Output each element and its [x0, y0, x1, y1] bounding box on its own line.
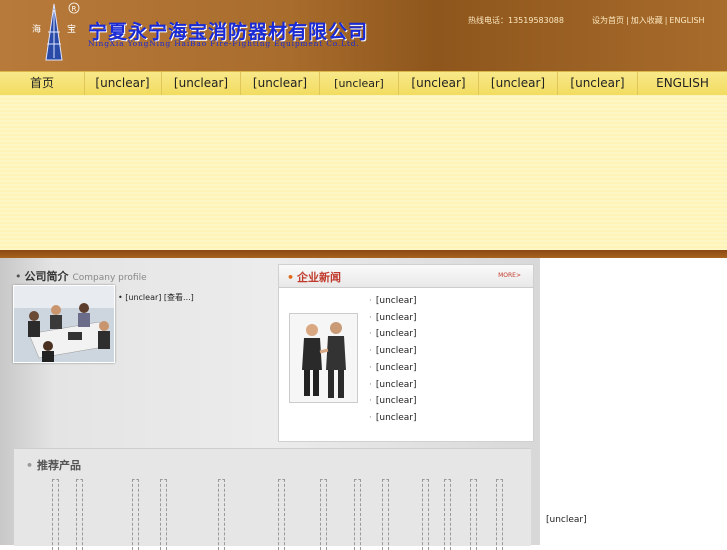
news-header: • 企业新闻 MORE> — [279, 265, 533, 288]
recommended-products-panel: • 推荐产品 — [14, 448, 531, 550]
svg-text:宝: 宝 — [67, 23, 76, 35]
nav-item-home[interactable]: 首页 — [0, 72, 85, 95]
product-slot[interactable] — [52, 479, 59, 550]
news-item[interactable]: · [unclear] — [369, 393, 417, 410]
main-nav: 首页 [unclear] [unclear] [unclear] [unclea… — [0, 71, 727, 96]
news-item[interactable]: · [unclear] — [369, 343, 417, 360]
profile-text: • [unclear] [查看...] — [118, 288, 272, 307]
svg-text:海: 海 — [32, 23, 41, 35]
news-item[interactable]: · [unclear] — [369, 293, 417, 310]
news-item[interactable]: · [unclear] — [369, 360, 417, 377]
meeting-photo-icon — [14, 286, 114, 362]
product-slot[interactable] — [320, 479, 327, 550]
product-slot[interactable] — [132, 479, 139, 550]
news-list: · [unclear] · [unclear] · [unclear] · [uncle… — [369, 293, 417, 427]
recommended-title: 推荐产品 — [37, 459, 82, 472]
news-photo — [289, 313, 358, 403]
profile-title: 公司简介 — [24, 270, 69, 283]
svg-text:R: R — [72, 5, 77, 13]
product-slot[interactable] — [444, 479, 451, 550]
recommended-heading: • 推荐产品 — [26, 459, 82, 472]
news-item[interactable]: · [unclear] — [369, 326, 417, 343]
profile-bullet: • — [118, 293, 123, 302]
news-panel: • 企业新闻 MORE> · [unclear] · [unclear] · [uncl… — [278, 264, 534, 442]
set-homepage-link[interactable]: 设为首页 — [592, 16, 624, 25]
news-heading: • 企业新闻 — [287, 271, 342, 284]
profile-body: [unclear] [查看...] — [125, 293, 194, 302]
profile-photo — [13, 285, 115, 363]
product-slot[interactable] — [470, 479, 477, 550]
profile-title-en: Company profile — [72, 273, 147, 283]
product-slot[interactable] — [218, 479, 225, 550]
product-slot[interactable] — [160, 479, 167, 550]
product-slot[interactable] — [278, 479, 285, 550]
top-links: 设为首页 | 加入收藏 | ENGLISH — [592, 16, 705, 25]
nav-item-5[interactable]: [unclear] — [320, 72, 399, 95]
site-header: 海 宝 R 宁夏永宁海宝消防器材有限公司 NingXia YongNing Ha… — [0, 0, 727, 71]
company-logo-icon: 海 宝 R — [32, 2, 80, 61]
profile-heading: • 公司简介 Company profile — [15, 270, 147, 283]
banner-area — [0, 95, 727, 250]
news-title: 企业新闻 — [297, 271, 342, 284]
nav-item-2[interactable]: [unclear] — [84, 72, 162, 95]
english-top-link[interactable]: ENGLISH — [669, 16, 704, 25]
hotline-text: 热线电话：13519583088 — [468, 16, 564, 25]
address-text: [unclear] — [546, 515, 587, 525]
add-favorite-link[interactable]: 加入收藏 — [631, 16, 663, 25]
news-item[interactable]: · [unclear] — [369, 310, 417, 327]
news-item[interactable]: · [unclear] — [369, 377, 417, 394]
banner-divider — [0, 250, 727, 258]
nav-item-4[interactable]: [unclear] — [241, 72, 320, 95]
product-slot[interactable] — [76, 479, 83, 550]
handshake-photo-icon — [290, 314, 357, 402]
company-name-en: NingXia YongNing HaiBao Fire-Fighting Eq… — [88, 39, 360, 48]
news-more-link[interactable]: MORE> — [498, 272, 521, 279]
product-slot[interactable] — [422, 479, 429, 550]
nav-item-3[interactable]: [unclear] — [162, 72, 241, 95]
right-column — [540, 258, 727, 545]
news-item[interactable]: · [unclear] — [369, 410, 417, 427]
nav-item-7[interactable]: [unclear] — [479, 72, 558, 95]
nav-item-english[interactable]: ENGLISH — [638, 72, 727, 95]
product-slot[interactable] — [354, 479, 361, 550]
product-slot[interactable] — [382, 479, 389, 550]
nav-item-8[interactable]: [unclear] — [558, 72, 638, 95]
nav-item-6[interactable]: [unclear] — [399, 72, 479, 95]
product-slot[interactable] — [496, 479, 503, 550]
